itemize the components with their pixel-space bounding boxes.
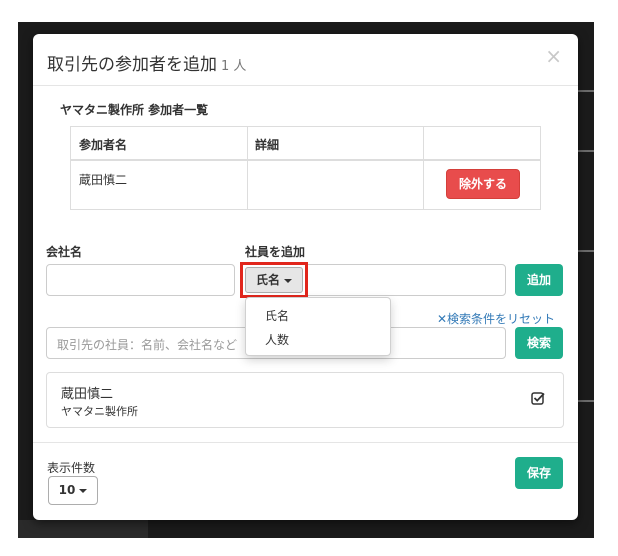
checkbox-checked-icon[interactable] [531,391,545,405]
save-button[interactable]: 保存 [515,457,563,489]
remove-participant-button[interactable]: 除外する [446,169,520,199]
table-row: 蔵田慎二 除外する [71,161,540,209]
result-employee-name: 蔵田慎二 [61,387,114,402]
caret-down-icon [79,488,88,493]
background-row-line [578,250,594,252]
modal-header: 取引先の参加者を追加 1 人 × [33,34,578,86]
modal-title-text: 取引先の参加者を追加 [47,55,217,75]
list-item[interactable]: 蔵田慎二 ヤマタニ製作所 [46,372,564,428]
menu-item-headcount[interactable]: 人数 [265,331,289,348]
highlight-annotation [240,262,308,298]
menu-item-name[interactable]: 氏名 [265,307,289,324]
participants-section-title: ヤマタニ製作所 参加者一覧 [60,103,209,117]
header-action [423,127,540,159]
table-header-row: 参加者名 詳細 [71,127,540,161]
close-icon[interactable]: × [545,46,562,66]
background-row-line [578,90,594,92]
participant-detail [247,161,423,209]
background-row-line [578,400,594,402]
header-detail: 詳細 [255,138,280,152]
company-input[interactable] [46,264,235,296]
background-footer [18,520,148,538]
search-button[interactable]: 検索 [515,327,563,359]
footer-divider [33,442,578,443]
employee-label: 社員を追加 [245,245,306,259]
page-size-label: 表示件数 [47,461,96,475]
add-participant-modal: 取引先の参加者を追加 1 人 × ヤマタニ製作所 参加者一覧 参加者名 詳細 蔵田… [33,34,578,520]
add-button[interactable]: 追加 [515,264,563,296]
participants-table: 参加者名 詳細 蔵田慎二 除外する [70,126,541,210]
page-size-value: 10 [58,483,76,497]
header-participant-name: 参加者名 [79,138,128,152]
search-field-menu: 氏名 人数 [245,297,391,356]
result-company-name: ヤマタニ製作所 [61,405,138,418]
reset-search-link[interactable]: ✕検索条件をリセット [437,310,555,327]
company-label: 会社名 [46,245,83,259]
participant-name: 蔵田慎二 [79,173,128,187]
modal-title: 取引先の参加者を追加 1 人 [47,50,246,75]
background-row-line [578,150,594,152]
participant-count: 1 人 [221,59,247,74]
page-size-dropdown[interactable]: 10 [48,476,98,505]
